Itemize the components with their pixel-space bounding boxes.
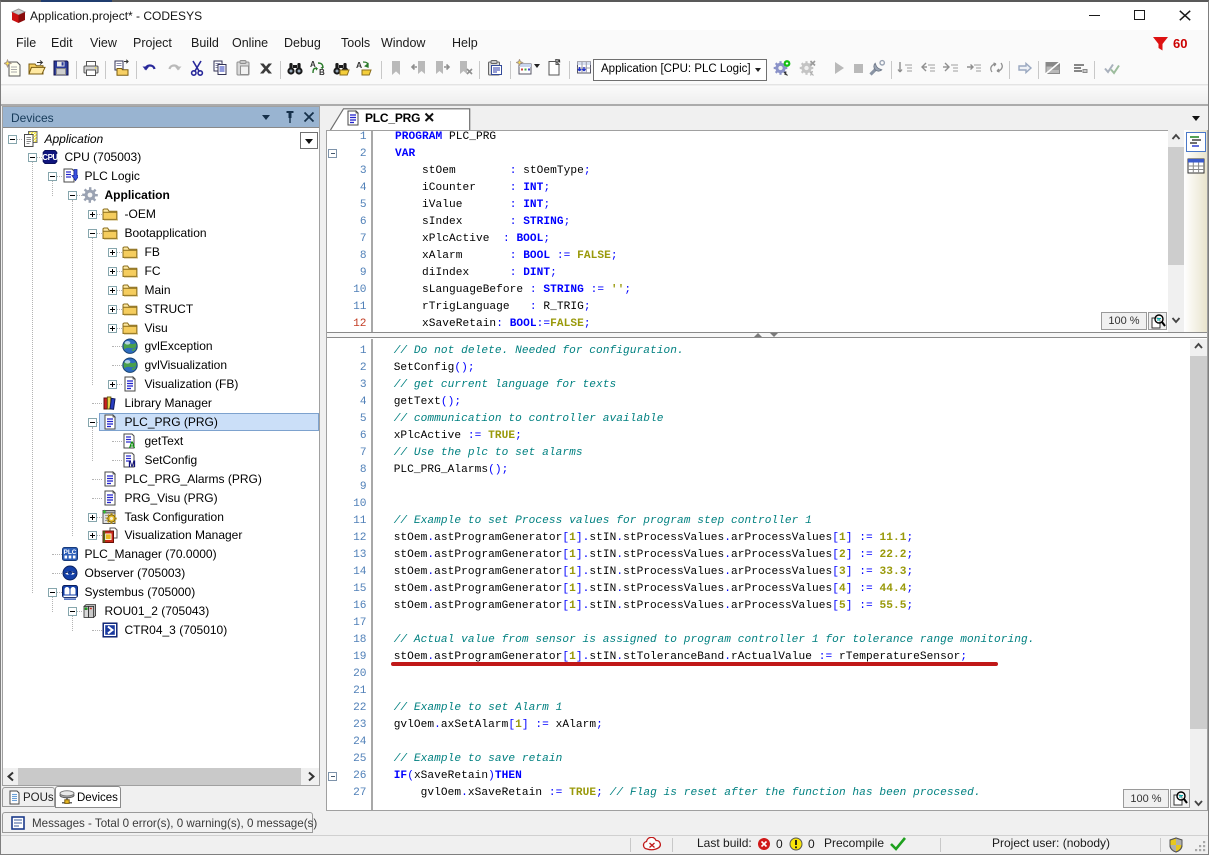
svg-text:M: M xyxy=(128,459,136,468)
svg-text:B: B xyxy=(319,68,325,77)
svg-text:A: A xyxy=(128,440,135,449)
svg-text:A: A xyxy=(356,60,362,70)
svg-text:CPU: CPU xyxy=(42,153,58,162)
svg-text:PLC: PLC xyxy=(63,549,76,556)
